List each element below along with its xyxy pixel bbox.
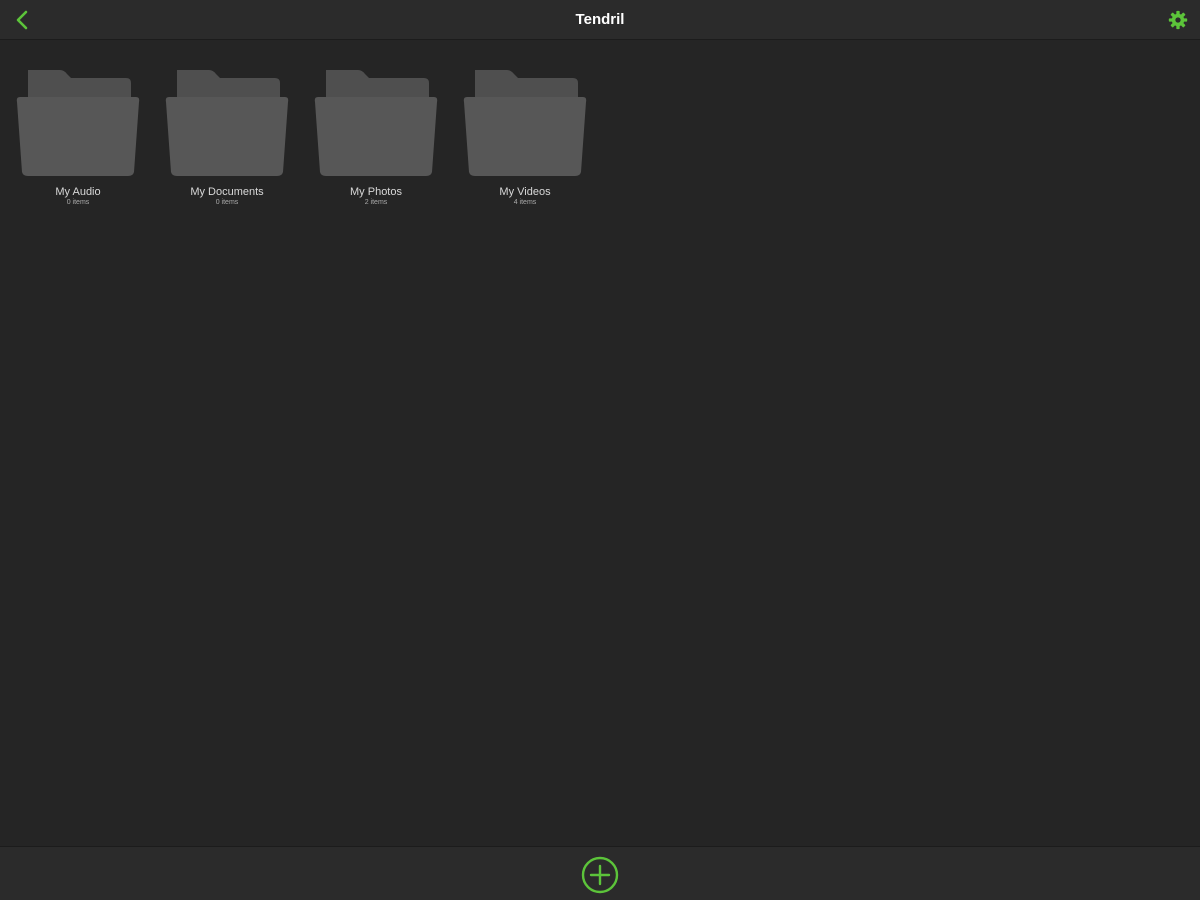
gear-icon (1168, 10, 1188, 30)
bottom-toolbar (0, 846, 1200, 900)
page-title: Tendril (575, 11, 625, 28)
folder-browser: My Audio 0 items My Documents 0 items My… (0, 40, 1200, 846)
folder-name: My Audio (55, 186, 101, 198)
add-button[interactable] (581, 856, 619, 894)
folder-grid: My Audio 0 items My Documents 0 items My… (16, 68, 587, 207)
folder-item-count: 2 items (364, 199, 388, 206)
folder-name: My Videos (499, 186, 551, 198)
folder-my-photos[interactable]: My Photos 2 items (314, 68, 438, 207)
folder-my-videos[interactable]: My Videos 4 items (463, 68, 587, 207)
folder-icon (16, 70, 140, 176)
chevron-left-icon (16, 10, 28, 30)
folder-icon (314, 70, 438, 176)
navigation-bar: Tendril (0, 0, 1200, 40)
folder-my-audio[interactable]: My Audio 0 items (16, 68, 140, 207)
folder-item-count: 0 items (215, 199, 239, 206)
folder-name: My Photos (350, 186, 402, 198)
folder-my-documents[interactable]: My Documents 0 items (165, 68, 289, 207)
folder-item-count: 4 items (513, 199, 537, 206)
back-button[interactable] (8, 6, 36, 34)
folder-item-count: 0 items (66, 199, 90, 206)
folder-icon (463, 70, 587, 176)
settings-button[interactable] (1164, 6, 1192, 34)
plus-circle-icon (581, 856, 619, 894)
folder-name: My Documents (190, 186, 264, 198)
folder-icon (165, 70, 289, 176)
app-window: Tendril My Audio 0 items My Documents 0 … (0, 0, 1200, 900)
